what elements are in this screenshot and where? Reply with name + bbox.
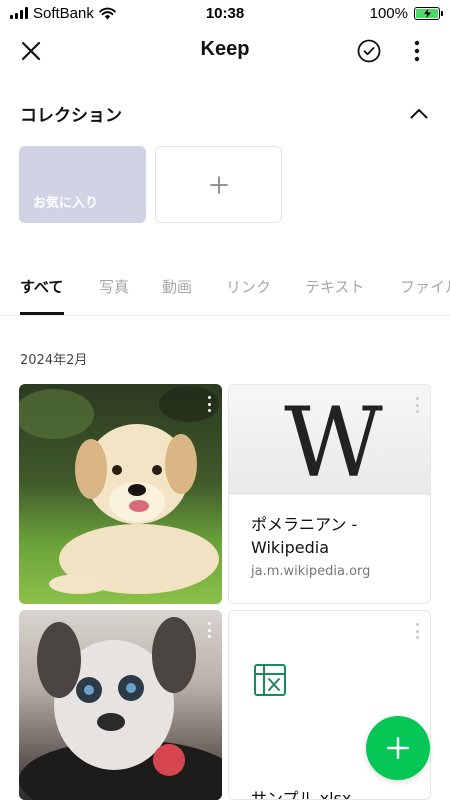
item-more-icon[interactable] xyxy=(206,622,212,638)
more-button[interactable] xyxy=(402,36,432,66)
tab-photos[interactable]: 写真 xyxy=(99,276,129,297)
battery-icon xyxy=(414,6,443,20)
active-tab-indicator xyxy=(20,312,64,315)
file-name: サンプル.xlsx xyxy=(251,789,352,800)
carrier-label: SoftBank xyxy=(33,4,94,22)
status-left: SoftBank xyxy=(10,5,116,22)
category-tabs: すべて 写真 動画 リンク テキスト ファイル xyxy=(0,270,450,316)
date-group-label: 2024年2月 xyxy=(20,353,88,368)
collection-row: お気に入り xyxy=(19,146,282,223)
puppy-photo-image xyxy=(19,386,219,594)
signal-icon xyxy=(10,7,28,19)
collection-header: コレクション xyxy=(20,98,434,128)
add-item-button[interactable] xyxy=(366,716,430,780)
wikipedia-logo-icon: W xyxy=(284,387,383,499)
spreadsheet-file-icon xyxy=(254,664,286,696)
battery-percent: 100% xyxy=(369,4,408,22)
select-button[interactable] xyxy=(354,36,384,66)
favorites-collection-card[interactable]: お気に入り xyxy=(19,146,146,223)
tab-videos[interactable]: 動画 xyxy=(162,276,192,297)
tab-text[interactable]: テキスト xyxy=(305,276,365,297)
tab-files[interactable]: ファイル xyxy=(400,276,450,297)
app-header: Keep xyxy=(0,28,450,74)
plus-icon xyxy=(209,175,228,194)
check-circle-icon xyxy=(357,39,381,63)
status-right: 100% xyxy=(369,4,443,22)
link-thumbnail: W xyxy=(229,385,430,499)
plus-icon xyxy=(387,737,409,759)
status-bar: SoftBank 10:38 100% xyxy=(0,0,450,26)
tab-links[interactable]: リンク xyxy=(226,276,271,297)
item-more-icon[interactable] xyxy=(414,623,420,639)
link-domain: ja.m.wikipedia.org xyxy=(251,564,371,579)
favorites-label: お気に入り xyxy=(33,196,99,211)
tab-all[interactable]: すべて xyxy=(20,276,63,297)
chevron-up-icon xyxy=(410,108,428,118)
wifi-icon xyxy=(99,7,116,19)
item-more-icon[interactable] xyxy=(206,396,212,412)
item-more-icon[interactable] xyxy=(414,397,420,413)
link-title: ポメラニアン - Wikipedia xyxy=(251,515,358,557)
more-vertical-icon xyxy=(414,40,420,62)
collapse-collection-button[interactable] xyxy=(404,98,434,128)
charging-bolt-icon xyxy=(423,8,431,18)
robot-dog-photo-image xyxy=(19,617,222,800)
link-item-wikipedia[interactable]: W ポメラニアン - Wikipedia ja.m.wikipedia.org xyxy=(228,384,431,604)
collection-title: コレクション xyxy=(20,105,122,126)
photo-item-robot-dog[interactable] xyxy=(19,610,222,800)
add-collection-button[interactable] xyxy=(155,146,282,223)
photo-item-puppy[interactable] xyxy=(19,384,222,604)
